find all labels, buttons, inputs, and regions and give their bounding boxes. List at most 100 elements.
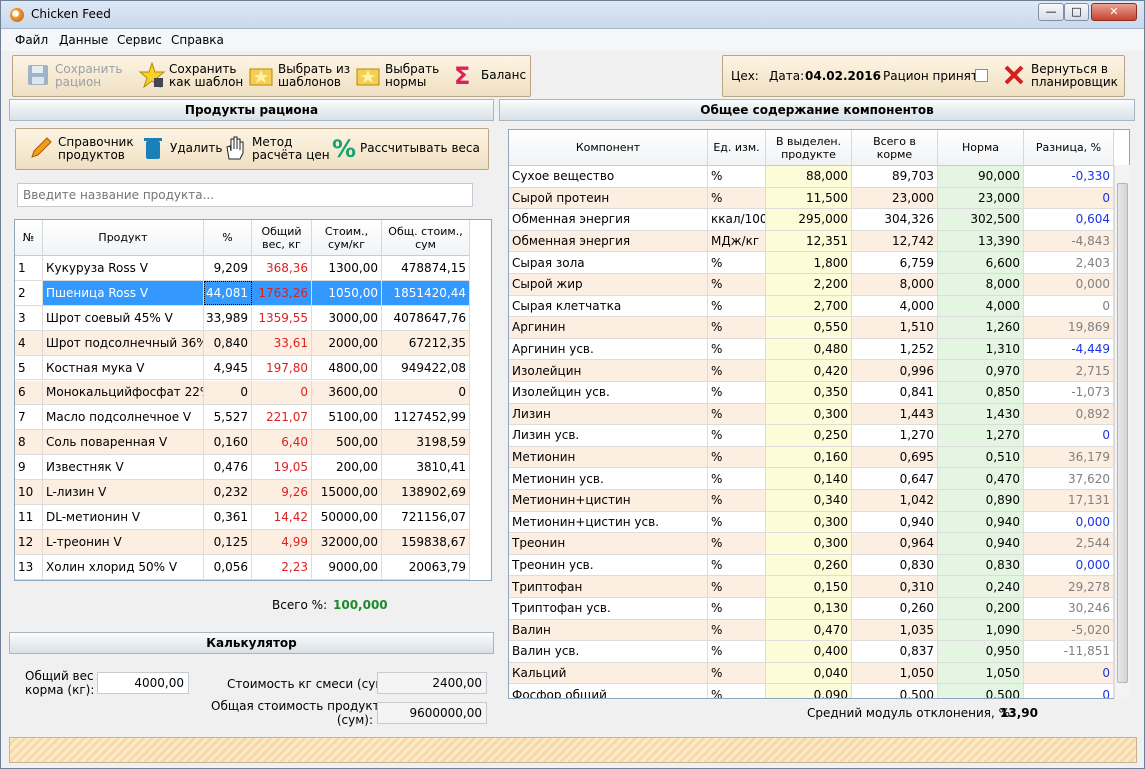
component-cell: 11,500 [766,187,852,209]
component-row[interactable]: Треонин усв.% 0,260 0,830 0,830 0,000 [509,554,1115,577]
header-col-total-cost[interactable]: Общ. стоим., сум [382,220,470,256]
component-cell: 0,350 [766,382,852,403]
save-template-button[interactable]: Сохранить как шаблон [139,59,247,93]
product-row[interactable]: 13 Холин хлорид 50% V 0,056 2,23 9000,00 2006… [15,554,470,580]
total-weight-label: Общий вес корма (кг): [25,669,95,697]
product-cell: 6 [15,380,43,405]
calc-weights-button[interactable]: % Рассчитывать веса [330,132,480,166]
component-row[interactable]: Триптофан% 0,150 0,310 0,240 29,278 [509,576,1115,598]
accepted-checkbox[interactable] [975,69,988,82]
component-row[interactable]: Обменная энергияккал/100г295,000304,3263… [509,209,1115,231]
component-row[interactable]: Метионин+цистин% 0,340 1,042 0,890 17,131 [509,490,1115,512]
cost-kg-field: 2400,00 [377,672,487,694]
product-search-input[interactable] [17,183,473,207]
product-cell: 4 [15,330,43,355]
minimize-button[interactable]: — [1038,3,1064,21]
component-row[interactable]: Сырая зола% 1,800 6,759 6,600 2,403 [509,252,1115,274]
product-row[interactable]: 4 Шрот подсолнечный 36% 0,840 33,61 2000,00 6… [15,330,470,356]
product-row[interactable]: 8 Соль поваренная V 0,160 6,40 500,00 3198,59 [15,430,470,456]
header-col-weight[interactable]: Общий вес, кг [252,220,312,256]
product-row[interactable]: 12 L-треонин V 0,125 4,99 32000,00 159838,67 [15,529,470,555]
product-row[interactable]: 10 L-лизин V 0,232 9,26 15000,00 138902,69 [15,480,470,505]
component-cell: 0,040 [766,662,852,684]
component-row[interactable]: Сырой протеин% 11,500 23,000 23,000 0 [509,187,1115,210]
product-row[interactable]: 3 Шрот соевый 45% V 33,989 1359,55 3000,00 40… [15,305,470,331]
save-ration-button[interactable]: Сохранить рацион [25,59,135,93]
menu-service[interactable]: Сервис [117,33,162,47]
product-row[interactable]: 1 Кукуруза Ross V 9,209 368,36 1300,00 478874… [15,256,470,281]
component-row[interactable]: Лизин% 0,300 1,443 1,430 0,892 [509,403,1115,426]
total-cost-label: Общая стоимость продуктов (сум): [211,699,394,727]
component-cell: Изолейцин усв. [509,382,708,403]
components-scrollbar[interactable] [1114,165,1130,699]
menu-data[interactable]: Данные [59,33,108,47]
component-row[interactable]: Сырой жир% 2,200 8,000 8,000 0,000 [509,274,1115,296]
ration-info-toolbar: Цех: Дата: 04.02.2016 Рацион принят: Вер… [722,55,1125,97]
maximize-button[interactable]: □ [1064,3,1089,21]
calculator-panel-title: Калькулятор [9,632,494,654]
pick-templates-button[interactable]: Выбрать из шаблонов [248,59,354,93]
header-col-percent[interactable]: % [204,220,252,256]
product-cell: 2 [15,280,43,305]
product-cell: 1127452,99 [382,405,470,430]
scrollbar-thumb[interactable] [1117,183,1128,683]
product-cell: 221,07 [252,405,312,430]
component-cell: Валин усв. [509,641,708,662]
product-cell: 67212,35 [382,330,470,355]
component-row[interactable]: Метионин% 0,160 0,695 0,510 36,179 [509,446,1115,469]
header-col-norm[interactable]: Норма [938,130,1024,166]
component-row[interactable]: Аргинин% 0,550 1,510 1,260 19,869 [509,317,1115,339]
balance-button[interactable]: Σ Баланс [451,59,526,93]
component-row[interactable]: Валин% 0,470 1,035 1,090 -5,020 [509,619,1115,642]
header-col-unit[interactable]: Ед. изм. [708,130,766,166]
product-row[interactable]: 11 DL-метионин V 0,361 14,42 50000,00 721156,… [15,505,470,530]
total-weight-input[interactable]: 4000,00 [97,672,189,694]
menu-help[interactable]: Справка [171,33,224,47]
pick-norms-button[interactable]: Выбрать нормы [355,59,445,93]
component-row[interactable]: Фосфор общий% 0,090 0,500 0,500 0 [509,684,1115,698]
product-row[interactable]: 5 Костная мука V 4,945 197,80 4800,00 949422,… [15,355,470,381]
products-scrollbar-track[interactable] [470,256,491,580]
product-row[interactable]: 9 Известняк V 0,476 19,05 200,00 3810,41 [15,455,470,481]
component-cell: % [708,403,766,425]
product-cell: 2000,00 [312,330,382,355]
price-method-button[interactable]: Метод расчёта цен [222,132,332,166]
header-col-total[interactable]: Всего в корме [852,130,938,166]
component-row[interactable]: Триптофан усв.% 0,130 0,260 0,200 30,246 [509,598,1115,620]
header-col-price[interactable]: Стоим., сум/кг [312,220,382,256]
back-to-planner-button[interactable]: Вернуться в планировщик [1001,59,1121,93]
product-cell: 0,476 [204,455,252,480]
product-catalog-button[interactable]: Справочник продуктов [28,132,138,166]
delete-button[interactable]: Удалить [140,132,223,166]
component-row[interactable]: Валин усв.% 0,400 0,837 0,950 -11,851 [509,641,1115,663]
star-icon [139,62,165,88]
component-row[interactable]: Обменная энергия МДж/кг 12,351 12,742 13,390… [509,230,1115,253]
component-cell: 0,996 [852,360,938,381]
menu-file[interactable]: Файл [15,33,48,47]
header-col-product[interactable]: Продукт [43,220,204,256]
product-row[interactable]: 2 Пшеница Ross V 44,081 1763,26 1050,00 18514… [15,280,470,306]
header-col-diff[interactable]: Разница, % [1024,130,1114,166]
component-row[interactable]: Метионин+цистин усв.% 0,300 0,940 0,940 0,00… [509,511,1115,534]
component-row[interactable]: Треонин% 0,300 0,964 0,940 2,544 [509,533,1115,555]
folder-star-icon [249,68,273,86]
component-row[interactable]: Лизин усв.% 0,250 1,270 1,270 0 [509,425,1115,447]
product-cell: 3000,00 [312,305,382,330]
component-row[interactable]: Сухое вещество% 88,000 89,703 90,000 -0,330 [509,166,1115,188]
product-cell: 0,125 [204,529,252,554]
component-row[interactable]: Метионин усв.% 0,140 0,647 0,470 37,620 [509,468,1115,490]
component-cell: 2,403 [1024,252,1114,273]
header-col-selected[interactable]: В выделен. продукте [766,130,852,166]
component-cell: 0,830 [852,554,938,576]
component-row[interactable]: Изолейцин усв.% 0,350 0,841 0,850 -1,073 [509,382,1115,404]
component-row[interactable]: Кальций% 0,040 1,050 1,050 0 [509,662,1115,685]
component-row[interactable]: Аргинин усв.% 0,480 1,252 1,310 -4,449 [509,338,1115,361]
header-col-component[interactable]: Компонент [509,130,708,166]
product-row[interactable]: 6 Монокальцийфосфат 22% 0 0 3600,00 0 [15,380,470,406]
close-button[interactable]: ✕ [1091,3,1137,21]
component-row[interactable]: Изолейцин% 0,420 0,996 0,970 2,715 [509,360,1115,382]
product-cell: 0 [252,380,312,405]
component-row[interactable]: Сырая клетчатка% 2,700 4,000 4,000 0 [509,295,1115,318]
product-row[interactable]: 7 Масло подсолнечное V 5,527 221,07 5100,00 1… [15,405,470,431]
header-col-number[interactable]: № [15,220,43,256]
